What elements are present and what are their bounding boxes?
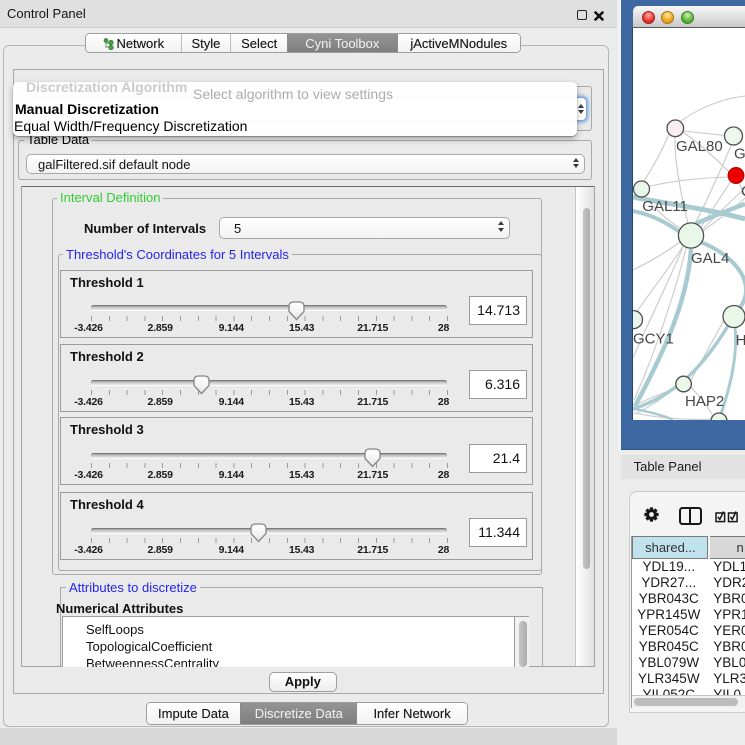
svg-text:GAL11: GAL11 xyxy=(642,198,688,215)
svg-text:GCY1: GCY1 xyxy=(633,331,674,348)
svg-text:GAL4: GAL4 xyxy=(691,250,729,267)
svg-text:H: H xyxy=(736,332,745,349)
svg-text:HAP2: HAP2 xyxy=(685,393,724,410)
svg-text:GAL80: GAL80 xyxy=(676,138,723,155)
svg-text:C: C xyxy=(741,183,745,200)
svg-text:GA: GA xyxy=(734,146,745,163)
